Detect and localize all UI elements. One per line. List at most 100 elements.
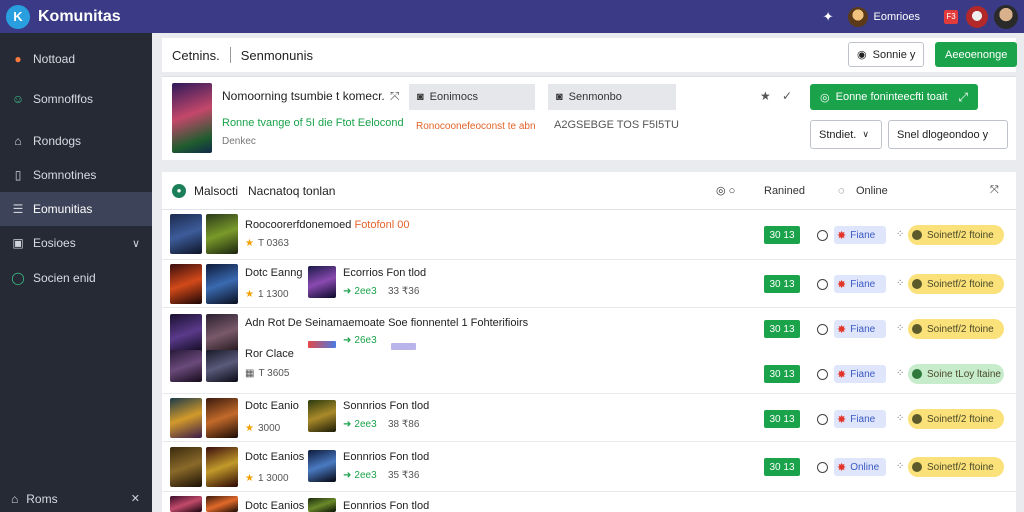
user-avatar[interactable]: [847, 6, 868, 27]
toggle-icon[interactable]: ◎ ○: [716, 184, 735, 197]
status-pill[interactable]: Soinetf/2 ftoine: [908, 457, 1004, 477]
row-name[interactable]: Dotc Eanios: [245, 500, 304, 512]
game-thumbnail[interactable]: [206, 398, 238, 438]
sidebar-item-nottoad[interactable]: ● Nottoad: [0, 42, 152, 76]
game-thumbnail[interactable]: [170, 398, 202, 438]
game-thumbnail[interactable]: [308, 450, 336, 482]
row-second-name[interactable]: Eonnrios Fon tlod: [343, 451, 429, 463]
collapse-icon[interactable]: ✕: [131, 492, 140, 505]
col-online[interactable]: Online: [856, 185, 888, 197]
filter-pill-1[interactable]: ◙ Eonimocs: [409, 84, 535, 110]
game-thumbnail[interactable]: [206, 314, 238, 354]
game-thumbnail[interactable]: [206, 496, 238, 512]
status-pill[interactable]: Soinetf/2 ftoine: [908, 274, 1004, 294]
status-chip[interactable]: ✸ Fiane: [834, 226, 886, 244]
notification-badge[interactable]: F3: [944, 9, 958, 24]
table-row[interactable]: Dotc Eanios ★ 1 3000 Eonnrios Fon tlod ➜ 2…: [162, 442, 1016, 492]
select-radio[interactable]: [817, 369, 828, 380]
game-thumbnail[interactable]: [206, 447, 238, 487]
table-row[interactable]: Dotc Eanng ★ 1 1300 Ecorrios Fon tlod ➜ 2e…: [162, 260, 1016, 308]
game-thumbnail[interactable]: [170, 214, 202, 254]
featured-thumbnail[interactable]: [172, 83, 212, 153]
row-name[interactable]: Adn Rot De Seinamaemoate Soe fionnentel …: [245, 317, 528, 329]
game-thumbnail[interactable]: [170, 314, 202, 354]
listing-title: Malsocti: [194, 183, 239, 198]
featured-title[interactable]: Nomoorning tsumbie t komecr.: [222, 89, 385, 103]
chat-icon[interactable]: ◌: [838, 185, 845, 197]
row-name[interactable]: Dotc Eanios: [245, 451, 304, 463]
chevron-down-icon[interactable]: ∨: [132, 237, 140, 250]
sidebar-item-somnotines[interactable]: ▯ Somnotines: [0, 158, 152, 192]
game-thumbnail[interactable]: [308, 400, 336, 432]
status-chip[interactable]: ✸ Fiane: [834, 275, 886, 293]
fire-icon: ✸: [837, 229, 847, 242]
row-second-name[interactable]: Ecorrios Fon tlod: [343, 267, 426, 279]
profile-avatar[interactable]: [966, 5, 988, 28]
primary-button[interactable]: Aeeoenonge: [935, 42, 1018, 67]
check-icon[interactable]: ✓: [782, 89, 792, 103]
select-radio[interactable]: [817, 230, 828, 241]
drag-icon[interactable]: ⁘: [896, 461, 904, 472]
drag-icon[interactable]: ⁘: [896, 323, 904, 334]
dropdown-2[interactable]: Snel dlogeondoo y: [888, 120, 1008, 149]
sparkle-icon[interactable]: ✦: [823, 9, 834, 25]
search-button[interactable]: ◉ Sonnie y: [848, 42, 925, 67]
game-thumbnail[interactable]: [206, 350, 238, 382]
status-chip[interactable]: ✸ Online: [834, 458, 886, 476]
download-button[interactable]: ◎ Eonne foninteecfti toait ⤢: [810, 84, 978, 110]
table-row[interactable]: Roocoorerfdonemoed Fotofonl 00 ★ T 0363 3…: [162, 210, 1016, 260]
game-thumbnail[interactable]: [170, 350, 202, 382]
status-chip[interactable]: ✸ Fiane: [834, 320, 886, 338]
row-name[interactable]: Dotc Eanio: [245, 400, 299, 412]
table-row[interactable]: Ror Clace ▦ T 3605 30 13 ✸ Fiane ⁘ Soine t…: [162, 348, 1016, 394]
select-radio[interactable]: [817, 462, 828, 473]
star-icon[interactable]: ★: [760, 89, 771, 103]
table-row[interactable]: Adn Rot De Seinamaemoate Soe fionnentel …: [162, 308, 1016, 354]
row-second-name[interactable]: Sonnrios Fon tlod: [343, 400, 429, 412]
row-name[interactable]: Dotc Eanng: [245, 267, 302, 279]
select-radio[interactable]: [817, 324, 828, 335]
drag-icon[interactable]: ⁘: [896, 413, 904, 424]
col-ranked[interactable]: Ranined: [764, 185, 805, 197]
game-thumbnail[interactable]: [206, 264, 238, 304]
listing-header: ● Malsocti Nacnatoq tonlan ◎ ○ Ranined ◌…: [162, 172, 1016, 210]
app-name: Komunitas: [38, 7, 121, 25]
sidebar-item-socien-enid[interactable]: ◯ Socien enid: [0, 261, 152, 295]
table-row[interactable]: Dotc Eanio ★ 3000 Sonnrios Fon tlod ➜ 2ee3…: [162, 394, 1016, 442]
game-thumbnail[interactable]: [170, 447, 202, 487]
status-pill[interactable]: Soinetf/2 ftoine: [908, 409, 1004, 429]
status-chip[interactable]: ✸ Fiane: [834, 365, 886, 383]
account-avatar[interactable]: [994, 4, 1018, 29]
game-thumbnail[interactable]: [308, 498, 336, 512]
filter-pill-2[interactable]: ◙ Senmonbo: [548, 84, 676, 110]
sidebar-bottom-label: Roms: [26, 491, 58, 506]
status-chip[interactable]: ✸ Fiane: [834, 410, 886, 428]
drag-icon[interactable]: ⁘: [896, 278, 904, 289]
game-thumbnail[interactable]: [170, 264, 202, 304]
table-row[interactable]: Dotc Eanios Eonnrios Fon tlod: [162, 492, 1016, 512]
expand-icon[interactable]: ⤧: [390, 89, 400, 104]
row-name[interactable]: Ror Clace: [245, 348, 294, 360]
drag-icon[interactable]: ⁘: [896, 368, 904, 379]
game-thumbnail[interactable]: [206, 214, 238, 254]
sidebar-item-eomunitias[interactable]: ☰ Eomunitias: [0, 192, 152, 226]
game-thumbnail[interactable]: [308, 266, 336, 298]
row-rating: ★ 3000: [245, 423, 281, 434]
drag-icon[interactable]: ⁘: [896, 229, 904, 240]
row-second-name[interactable]: Eonnrios Fon tlod: [343, 500, 429, 512]
brand[interactable]: K Komunitas: [0, 4, 152, 29]
dropdown-1[interactable]: Stndiet. ∨: [810, 120, 882, 149]
game-thumbnail[interactable]: [170, 496, 202, 512]
user-name[interactable]: Eomrioes: [874, 11, 920, 23]
row-name[interactable]: Roocoorerfdonemoed Fotofonl 00: [245, 219, 410, 231]
status-pill[interactable]: Soine tLoy ltaine: [908, 364, 1004, 384]
sidebar-bottom[interactable]: ⌂ Roms ✕: [0, 485, 152, 512]
status-pill[interactable]: Soinetf/2 ftoine: [908, 319, 1004, 339]
sidebar-item-somnoflfos[interactable]: ☺ Somnoflfos: [0, 82, 152, 116]
select-radio[interactable]: [817, 279, 828, 290]
select-radio[interactable]: [817, 414, 828, 425]
sidebar-item-eosioes[interactable]: ▣ Eosioes ∨: [0, 226, 152, 260]
expand-icon[interactable]: ⤧: [990, 184, 999, 197]
sidebar-item-rondogs[interactable]: ⌂ Rondogs: [0, 124, 152, 158]
status-pill[interactable]: Soinetf/2 ftoine: [908, 225, 1004, 245]
